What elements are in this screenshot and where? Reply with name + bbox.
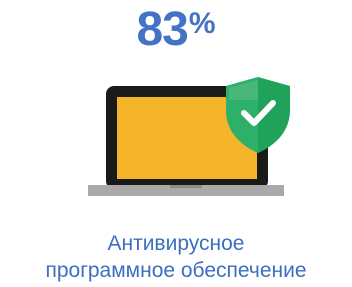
caption: Антивирусное программное обеспечение	[0, 230, 352, 284]
caption-line-2: программное обеспечение	[45, 259, 307, 282]
caption-line-1: Антивирусное	[107, 232, 245, 255]
laptop-notch	[170, 185, 202, 188]
